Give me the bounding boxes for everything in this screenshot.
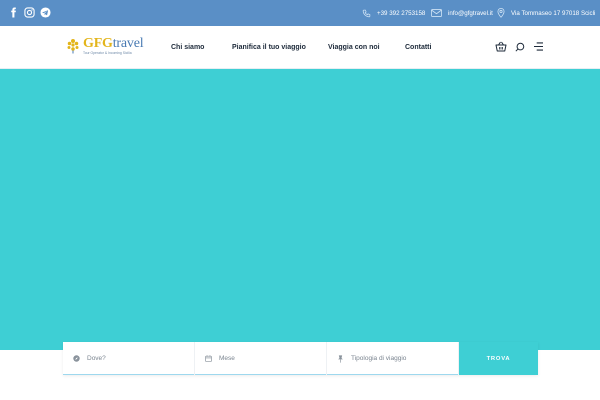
trova-button[interactable]: TROVA: [459, 342, 538, 375]
nav-pianifica[interactable]: Pianifica il tuo viaggio: [232, 26, 306, 69]
trip-type-field[interactable]: Tipologia di viaggio: [327, 342, 459, 375]
trip-type-placeholder: Tipologia di viaggio: [351, 355, 407, 362]
contact-phone[interactable]: +39 392 2753158: [362, 0, 425, 26]
basket-button[interactable]: [495, 41, 507, 52]
top-bar: +39 392 2753158 info@gfgtravel.it Via To…: [0, 0, 600, 26]
telegram-link[interactable]: [40, 7, 51, 18]
site-logo[interactable]: GFGtravel Tour Operator & Incoming Sicil…: [66, 36, 144, 55]
main-header: GFGtravel Tour Operator & Incoming Sicil…: [0, 26, 600, 69]
social-links: [8, 7, 51, 18]
header-actions: [495, 41, 544, 52]
telegram-icon: [40, 7, 51, 18]
where-placeholder: Dove?: [87, 355, 106, 362]
month-field[interactable]: Mese: [195, 342, 327, 375]
menu-button[interactable]: [533, 42, 544, 51]
nav-viaggia-con-noi[interactable]: Viaggia con noi: [328, 26, 380, 69]
search-icon: [515, 42, 525, 52]
logo-wordmark: GFGtravel Tour Operator & Incoming Sicil…: [83, 36, 144, 55]
hero-banner: [0, 69, 600, 350]
pushpin-icon: [338, 354, 343, 363]
facebook-link[interactable]: [8, 7, 19, 18]
search-button[interactable]: [515, 42, 525, 52]
month-placeholder: Mese: [219, 355, 235, 362]
email-address: info@gfgtravel.it: [448, 9, 493, 17]
logo-brand: GFGtravel: [83, 36, 144, 51]
phone-icon: [362, 9, 371, 17]
instagram-link[interactable]: [24, 7, 35, 18]
phone-number: +39 392 2753158: [377, 9, 426, 17]
instagram-icon: [24, 7, 35, 18]
nav-chi-siamo[interactable]: Chi siamo: [171, 26, 204, 69]
facebook-icon: [11, 7, 16, 18]
nav-contatti[interactable]: Contatti: [405, 26, 431, 69]
logo-mark-icon: [67, 39, 79, 54]
calendar-icon: [205, 355, 212, 362]
logo-tagline: Tour Operator & Incoming Sicilia: [83, 51, 132, 55]
where-field[interactable]: Dove?: [63, 342, 195, 375]
mail-icon: [431, 9, 442, 17]
address-text: Via Tommaseo 17 97018 Scicli: [511, 9, 596, 17]
basket-icon: [495, 41, 507, 52]
compass-icon: [73, 355, 80, 362]
location-pin-icon: [497, 8, 505, 18]
trip-search-form: Dove? Mese Tipologia di viaggio TROVA: [63, 342, 538, 375]
contact-email[interactable]: info@gfgtravel.it: [431, 0, 493, 26]
menu-icon: [534, 42, 543, 51]
contact-address: Via Tommaseo 17 97018 Scicli: [497, 0, 595, 26]
